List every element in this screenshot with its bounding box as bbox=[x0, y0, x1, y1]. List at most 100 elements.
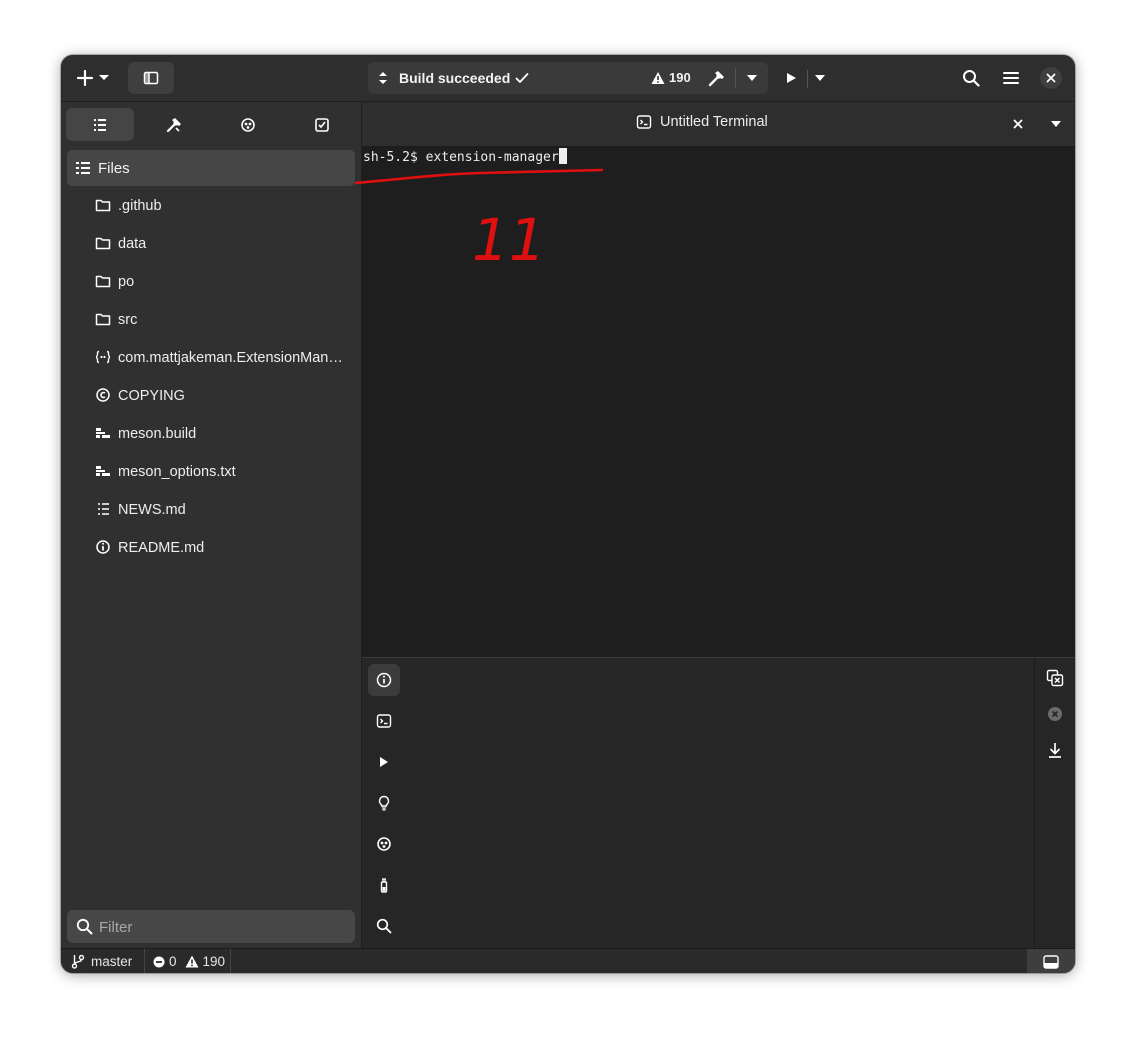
close-tab-button[interactable] bbox=[1010, 116, 1026, 132]
tab-build[interactable] bbox=[140, 108, 208, 141]
copyright-icon bbox=[95, 388, 111, 407]
sidebar: Files .github data po src com.mattjakema… bbox=[61, 102, 362, 948]
file-tree-item[interactable]: meson.build bbox=[61, 415, 361, 453]
build-menu-button[interactable] bbox=[740, 66, 764, 90]
separator bbox=[735, 68, 736, 88]
build-warnings-indicator[interactable]: 190 bbox=[651, 70, 691, 85]
play-icon bbox=[787, 73, 796, 83]
markdown-list-icon bbox=[95, 502, 111, 521]
folder-icon bbox=[95, 312, 111, 331]
sidebar-tabs bbox=[61, 102, 361, 148]
stop-button bbox=[1045, 704, 1065, 724]
file-tree-item[interactable]: meson_options.txt bbox=[61, 453, 361, 491]
build-tools-icon bbox=[166, 117, 181, 132]
build-file-icon bbox=[95, 426, 111, 445]
terminal-view[interactable]: sh-5.2$ extension-manager bbox=[362, 147, 1075, 657]
file-tree-item-label: .github bbox=[118, 198, 162, 214]
file-tree-item[interactable]: src bbox=[61, 301, 361, 339]
terminal-tab-title: Untitled Terminal bbox=[660, 114, 768, 130]
terminal-icon bbox=[376, 714, 392, 728]
clear-all-icon bbox=[1046, 669, 1064, 687]
chevron-down-icon bbox=[747, 75, 757, 81]
save-log-button[interactable] bbox=[1045, 740, 1065, 760]
shell-prompt: sh-5.2$ bbox=[363, 150, 426, 165]
search-icon bbox=[963, 70, 980, 87]
file-tree-item-label: README.md bbox=[118, 540, 205, 556]
file-tree-item-label: src bbox=[118, 312, 138, 328]
tab-menu-button[interactable] bbox=[1048, 116, 1064, 132]
panel-diagnostics-button[interactable] bbox=[368, 787, 400, 819]
download-icon bbox=[1049, 743, 1061, 758]
new-menu-button[interactable] bbox=[69, 62, 125, 94]
vcs-branch-indicator[interactable]: master bbox=[71, 954, 132, 969]
branch-name: master bbox=[91, 954, 133, 969]
checkbox-icon bbox=[315, 117, 329, 132]
file-tree-item-label: meson_options.txt bbox=[118, 464, 236, 480]
run-menu-button[interactable] bbox=[811, 62, 829, 94]
clear-messages-button[interactable] bbox=[1045, 668, 1065, 688]
file-tree-item[interactable]: NEWS.md bbox=[61, 491, 361, 529]
warning-icon bbox=[185, 955, 199, 968]
panel-search-button[interactable] bbox=[368, 910, 400, 942]
file-tree-item[interactable]: README.md bbox=[61, 529, 361, 567]
filter-input[interactable] bbox=[97, 916, 341, 938]
hamburger-menu-icon bbox=[1003, 72, 1019, 84]
separator bbox=[144, 949, 145, 973]
chevron-down-icon bbox=[1051, 121, 1061, 127]
close-window-button[interactable] bbox=[1040, 67, 1062, 89]
panel-terminal-button[interactable] bbox=[368, 705, 400, 737]
file-tree-item[interactable]: po bbox=[61, 263, 361, 301]
tab-todo[interactable] bbox=[288, 108, 356, 141]
file-tree-item-label: com.mattjakeman.ExtensionManager.json bbox=[118, 350, 344, 366]
filter-field[interactable] bbox=[67, 910, 355, 943]
panel-symbols-button[interactable] bbox=[368, 828, 400, 860]
symbols-icon bbox=[377, 837, 391, 851]
files-header[interactable]: Files bbox=[67, 150, 355, 186]
git-branch-icon bbox=[71, 954, 85, 969]
diagnostics-summary[interactable]: 0 190 bbox=[153, 954, 225, 969]
build-button[interactable] bbox=[705, 66, 729, 90]
tab-files[interactable] bbox=[66, 108, 134, 141]
file-tree-item-label: po bbox=[118, 274, 135, 290]
files-header-label: Files bbox=[98, 160, 130, 177]
build-warning-count: 190 bbox=[669, 70, 691, 85]
folder-icon bbox=[95, 274, 111, 293]
terminal-command: extension-manager bbox=[425, 150, 559, 165]
terminal-cursor bbox=[558, 148, 567, 164]
build-status-label: Build succeeded bbox=[399, 70, 511, 86]
test-tube-icon bbox=[380, 878, 388, 893]
separator bbox=[807, 70, 808, 88]
panel-switcher bbox=[362, 658, 406, 949]
run-button[interactable] bbox=[779, 62, 803, 94]
error-count: 0 bbox=[169, 954, 177, 969]
tab-untitled-terminal[interactable]: Untitled Terminal bbox=[636, 114, 768, 130]
panel-messages-button[interactable] bbox=[368, 664, 400, 696]
file-tree-item[interactable]: com.mattjakeman.ExtensionManager.json bbox=[61, 339, 361, 377]
main-menu-button[interactable] bbox=[997, 62, 1025, 94]
tab-symbols[interactable] bbox=[214, 108, 282, 141]
build-file-icon bbox=[95, 464, 111, 483]
terminal-line: sh-5.2$ extension-manager bbox=[363, 148, 567, 165]
separator bbox=[230, 949, 231, 973]
search-icon bbox=[376, 918, 392, 934]
info-icon bbox=[376, 672, 392, 688]
toggle-sidebar-button[interactable] bbox=[128, 62, 174, 94]
folder-icon bbox=[95, 236, 111, 255]
file-tree-item[interactable]: .github bbox=[61, 187, 361, 225]
chevron-down-icon bbox=[815, 75, 825, 81]
info-file-icon bbox=[95, 540, 111, 559]
toggle-panel-button[interactable] bbox=[1027, 949, 1075, 973]
file-tree-item-label: COPYING bbox=[118, 388, 185, 404]
warning-icon bbox=[651, 71, 665, 84]
search-button[interactable] bbox=[957, 62, 985, 94]
file-tree-item[interactable]: data bbox=[61, 225, 361, 263]
panel-run-button[interactable] bbox=[368, 746, 400, 778]
builder-window: Build succeeded 190 Files .github data p… bbox=[61, 55, 1075, 973]
file-tree-item[interactable]: COPYING bbox=[61, 377, 361, 415]
build-status-pill[interactable]: Build succeeded 190 bbox=[368, 62, 768, 94]
bottom-panel-icon bbox=[1043, 954, 1059, 969]
panel-actions bbox=[1034, 658, 1075, 949]
file-list-icon bbox=[94, 118, 106, 131]
panel-unit-tests-button[interactable] bbox=[368, 869, 400, 901]
error-icon bbox=[153, 956, 165, 967]
